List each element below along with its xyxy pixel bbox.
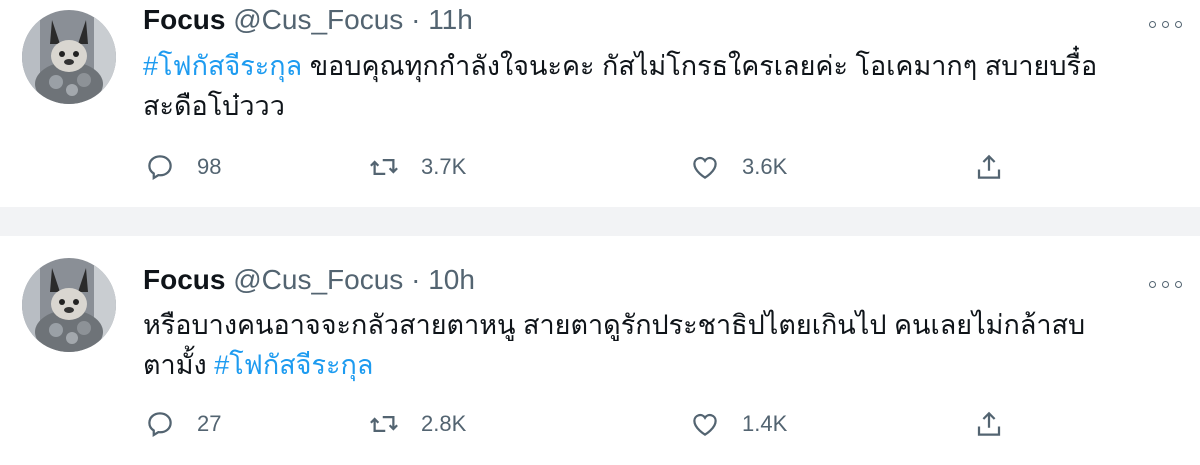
reply-count: 98 bbox=[197, 154, 222, 179]
retweet-icon bbox=[370, 159, 398, 175]
tweet-text: #โฟกัสจีระกุล ขอบคุณทุกกำลังใจนะคะ กัสไม… bbox=[143, 46, 1183, 126]
retweet-count: 2.8K bbox=[421, 411, 467, 436]
retweet-button[interactable]: 3.7K bbox=[369, 149, 466, 185]
reply-button[interactable]: 27 bbox=[145, 406, 221, 442]
tweet-2[interactable]: Focus @Cus_Focus · 10h หรือบางคนอาจจะกลั… bbox=[0, 236, 1200, 465]
share-icon bbox=[977, 411, 1001, 436]
action-bar: 27 2.8K 1.4K bbox=[143, 406, 1043, 442]
more-icon[interactable] bbox=[1148, 274, 1184, 294]
share-button[interactable] bbox=[974, 149, 1026, 185]
timestamp[interactable]: 11h bbox=[428, 4, 473, 35]
like-button[interactable]: 3.6K bbox=[690, 149, 787, 185]
retweet-icon bbox=[370, 416, 398, 432]
tweet-text: หรือบางคนอาจจะกลัวสายตาหนู สายตาดูรักประ… bbox=[143, 305, 1183, 385]
user-handle[interactable]: @Cus_Focus bbox=[233, 264, 403, 295]
like-count: 3.6K bbox=[742, 154, 788, 179]
like-button[interactable]: 1.4K bbox=[690, 406, 787, 442]
text-line-1: หรือบางคนอาจจะกลัวสายตาหนู สายตาดูรักประ… bbox=[143, 310, 1086, 340]
retweet-count: 3.7K bbox=[421, 154, 467, 179]
separator-dot: · bbox=[411, 264, 421, 295]
text-line-1: ขอบคุณทุกกำลังใจนะคะ กัสไม่โกรธใครเลยค่ะ… bbox=[302, 51, 1098, 81]
like-count: 1.4K bbox=[742, 411, 788, 436]
display-name[interactable]: Focus bbox=[143, 264, 225, 295]
avatar[interactable] bbox=[22, 258, 116, 352]
hashtag-link[interactable]: #โฟกัสจีระกุล bbox=[214, 350, 373, 380]
avatar[interactable] bbox=[22, 10, 116, 104]
display-name[interactable]: Focus bbox=[143, 4, 225, 35]
separator-dot: · bbox=[411, 4, 421, 35]
tweet-header: Focus @Cus_Focus · 10h bbox=[143, 263, 475, 297]
text-line-2: สะดือโบ๋ววว bbox=[143, 91, 285, 121]
tweet-1[interactable]: Focus @Cus_Focus · 11h #โฟกัสจีระกุล ขอบ… bbox=[0, 0, 1200, 207]
tweet-header: Focus @Cus_Focus · 11h bbox=[143, 3, 473, 37]
heart-icon bbox=[693, 156, 717, 179]
user-handle[interactable]: @Cus_Focus bbox=[233, 4, 403, 35]
share-icon bbox=[977, 154, 1001, 179]
tweet-divider bbox=[0, 207, 1200, 236]
reply-count: 27 bbox=[197, 411, 222, 436]
share-button[interactable] bbox=[974, 406, 1026, 442]
retweet-button[interactable]: 2.8K bbox=[369, 406, 466, 442]
heart-icon bbox=[693, 413, 717, 436]
reply-icon bbox=[148, 412, 172, 438]
text-line-2: ตามั้ง bbox=[143, 350, 215, 380]
action-bar: 98 3.7K 3.6K bbox=[143, 149, 1043, 185]
reply-icon bbox=[148, 155, 172, 181]
timestamp[interactable]: 10h bbox=[428, 264, 475, 295]
reply-button[interactable]: 98 bbox=[145, 149, 221, 185]
more-icon[interactable] bbox=[1148, 14, 1184, 34]
hashtag-link[interactable]: #โฟกัสจีระกุล bbox=[143, 51, 302, 81]
